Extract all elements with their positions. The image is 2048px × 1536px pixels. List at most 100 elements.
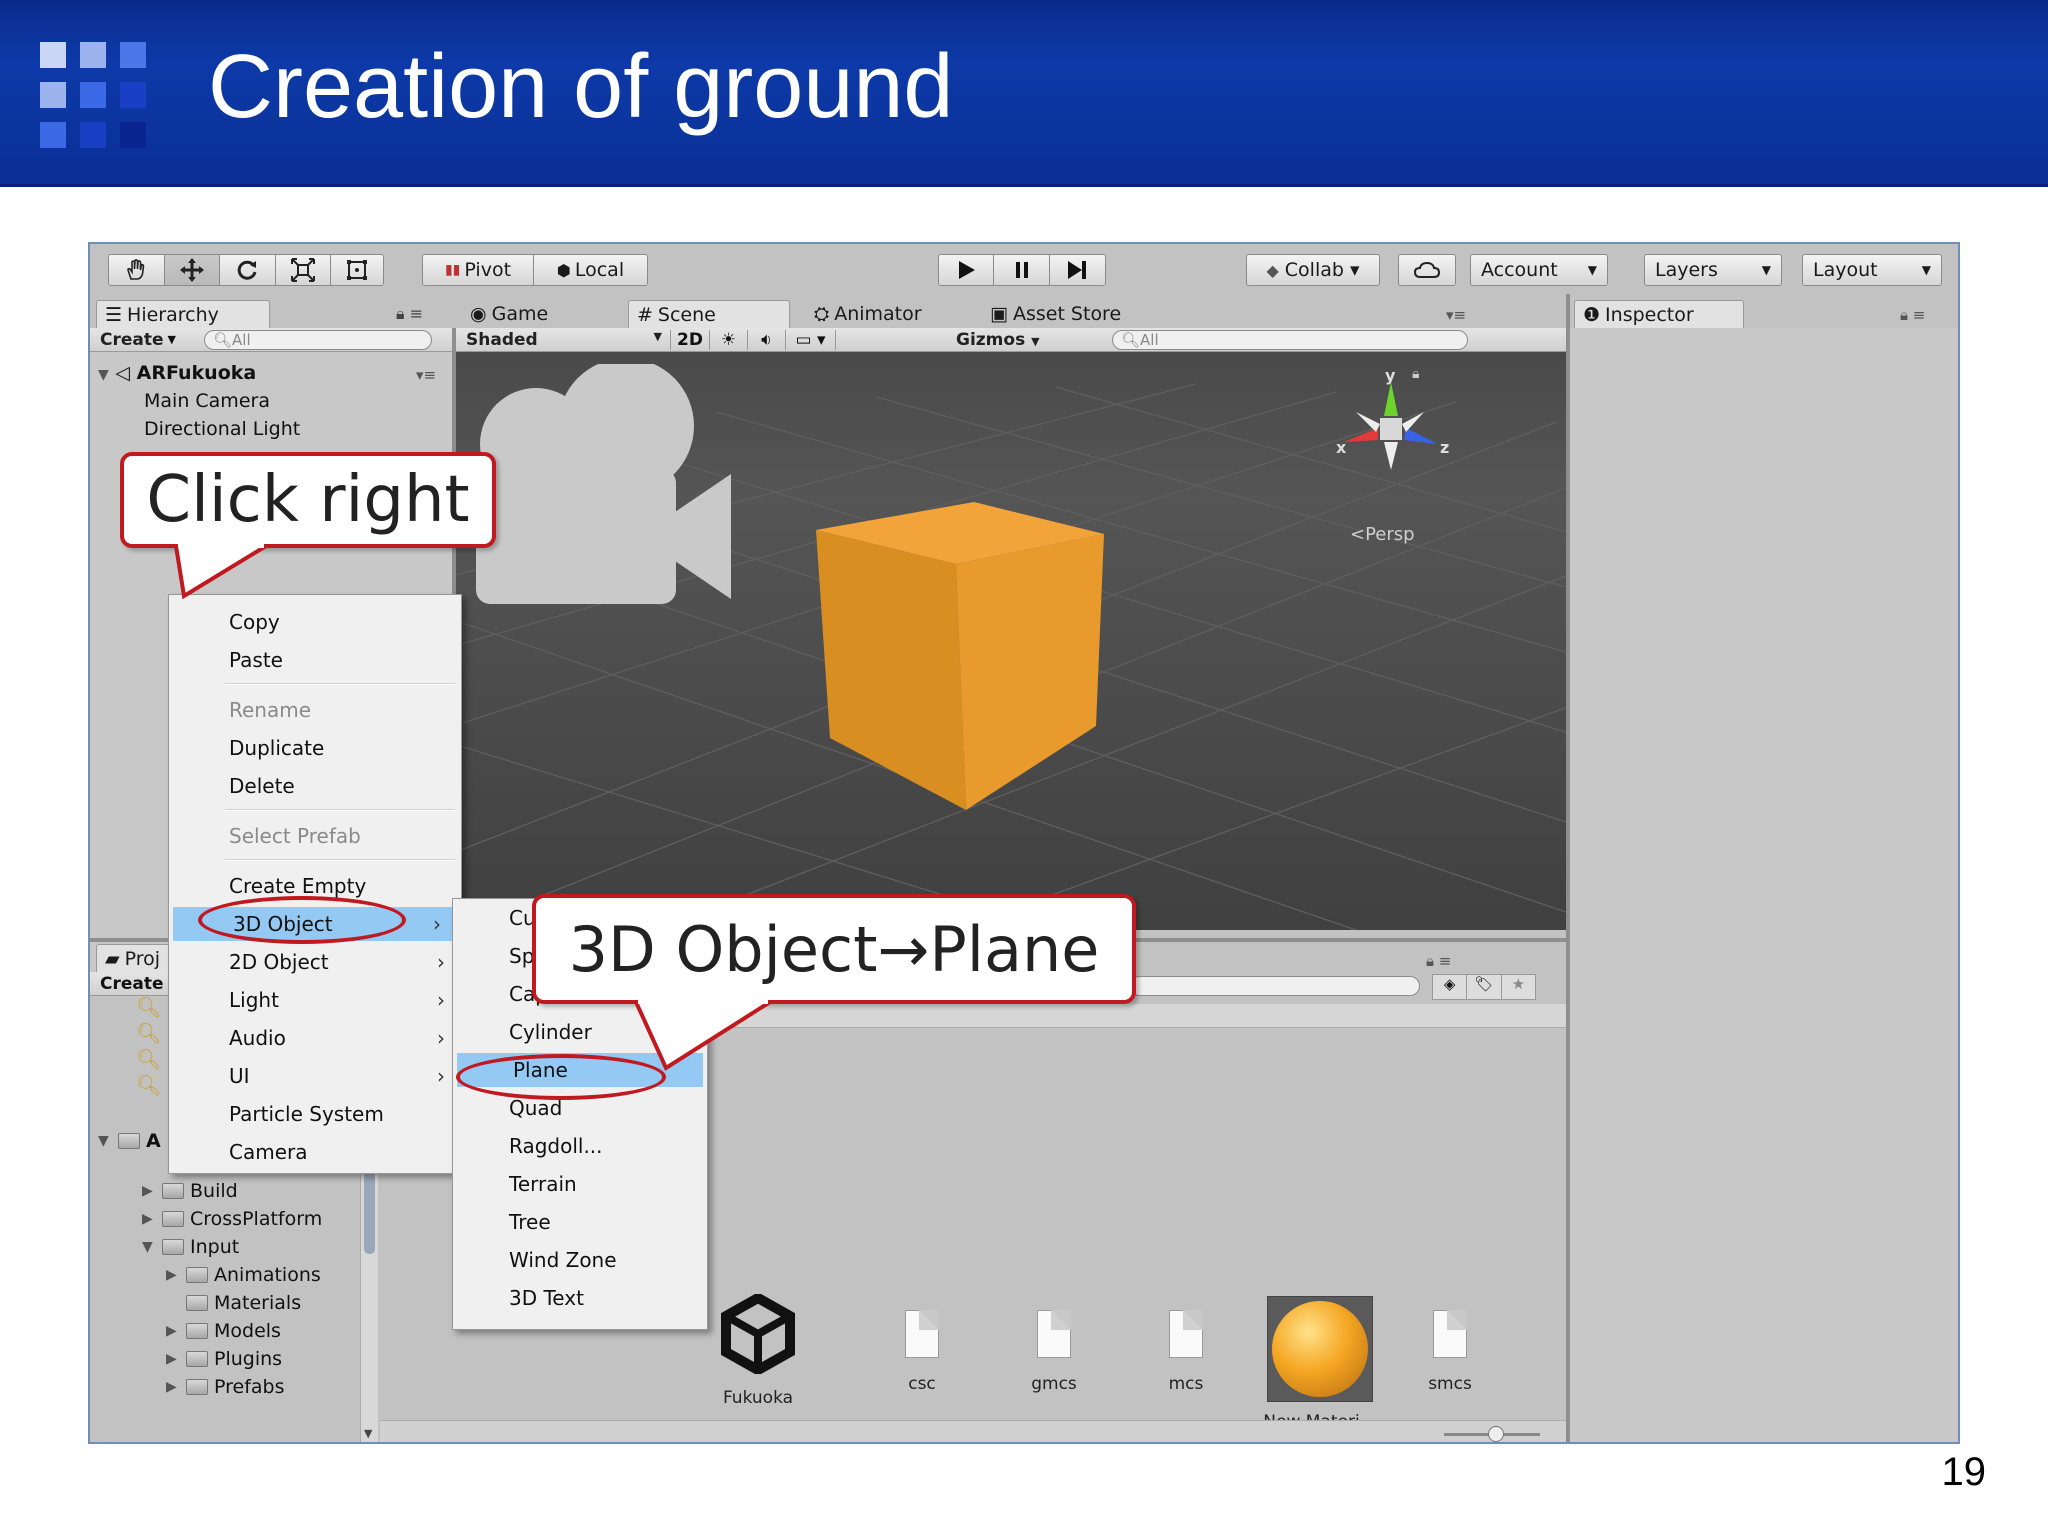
asset-csc[interactable]: csc [862, 1310, 982, 1394]
project-search-input[interactable] [1130, 976, 1420, 996]
perspective-label[interactable]: <Persp [1350, 524, 1415, 545]
asset-mcs[interactable]: mcs [1126, 1310, 1246, 1394]
layout-dropdown[interactable]: Layout ▼ [1802, 254, 1942, 286]
scroll-down-icon[interactable]: ▼ [364, 1427, 372, 1440]
cloud-icon [1413, 261, 1441, 278]
local-button[interactable]: ⬢ Local [534, 255, 647, 285]
scene-viewport[interactable]: y 🔒︎ x z <Persp [456, 352, 1566, 930]
scale-icon[interactable] [275, 255, 332, 285]
tree-item[interactable]: ▼ Input [142, 1236, 239, 1258]
cube-object[interactable] [806, 502, 1126, 832]
label-filter-icon[interactable]: 🏷︎ [1466, 975, 1500, 999]
expand-triangle-icon: ▼ [98, 1133, 109, 1149]
folder-icon [186, 1267, 208, 1283]
tab-scene[interactable]: # Scene [628, 300, 790, 328]
game-icon: ◉ [470, 303, 487, 325]
menu-item-paste[interactable]: Paste [169, 643, 461, 677]
folder-icon [162, 1239, 184, 1255]
asset-gmcs[interactable]: gmcs [994, 1310, 1114, 1394]
project-filter-buttons: ◈ 🏷︎ ★ [1432, 974, 1536, 1000]
menu-item-duplicate[interactable]: Duplicate [169, 731, 461, 765]
2d-toggle[interactable]: 2D [670, 329, 710, 350]
menu-item-ui[interactable]: UI › [169, 1059, 461, 1093]
folder-icon [162, 1211, 184, 1227]
tab-game[interactable]: ◉ Game [462, 300, 582, 328]
tree-item[interactable]: ▶ CrossPlatform [142, 1208, 322, 1230]
cube-icon: ⬢ [556, 260, 571, 280]
menu-item-2d-object[interactable]: 2D Object › [169, 945, 461, 979]
callout-pointer [174, 540, 268, 600]
tree-item[interactable]: ▶ Animations [166, 1264, 321, 1286]
layers-dropdown[interactable]: Layers ▼ [1644, 254, 1782, 286]
folder-icon: ▰ [105, 947, 120, 970]
project-tree: ▶ Build ▶ CrossPlatform ▼ Input ▶ Animations… [90, 1180, 380, 1440]
sphere-icon [1272, 1301, 1368, 1397]
tree-item[interactable]: ▶ Prefabs [166, 1376, 285, 1398]
zoom-slider-handle[interactable] [1488, 1426, 1504, 1442]
project-options-icon[interactable]: 🔒︎ ≡ [1426, 952, 1451, 970]
asset-smcs[interactable]: smcs [1390, 1310, 1510, 1394]
hierarchy-create-dropdown[interactable]: Create [100, 330, 164, 350]
expand-triangle-icon: ▼ [142, 1239, 153, 1255]
tree-item[interactable]: Materials [166, 1292, 301, 1314]
rect-icon[interactable] [331, 255, 383, 285]
account-dropdown[interactable]: Account ▼ [1470, 254, 1608, 286]
hand-icon[interactable] [109, 255, 165, 285]
gizmos-dropdown[interactable]: Gizmos ▼ [956, 330, 1040, 350]
lock-icon[interactable]: 🔒︎ [1412, 366, 1419, 382]
menu-item-wind-zone[interactable]: Wind Zone [453, 1243, 707, 1277]
tree-item[interactable]: ▶ Models [166, 1320, 281, 1342]
move-icon[interactable] [164, 255, 221, 285]
collapsed-triangle-icon: ▶ [166, 1351, 177, 1367]
tree-item[interactable]: ▶ Plugins [166, 1348, 282, 1370]
asset-unity-scene[interactable]: Fukuoka [698, 1294, 818, 1408]
menu-item-particle-system[interactable]: Particle System [169, 1097, 461, 1131]
play-controls [938, 254, 1106, 286]
menu-item-ragdoll[interactable]: Ragdoll... [453, 1129, 707, 1163]
tab-animator[interactable]: ⛭ Animator [806, 300, 956, 328]
scene-options-icon[interactable]: ▾≡ [1446, 306, 1466, 324]
scene-options-icon[interactable]: ▾≡ [416, 366, 436, 384]
image-effects-icon[interactable]: ▭ ▾ [786, 329, 836, 350]
assets-root[interactable]: ▼ A [98, 1130, 161, 1152]
hierarchy-item-main-camera[interactable]: Main Camera [144, 390, 270, 412]
rotate-icon[interactable] [220, 255, 276, 285]
asset-new-material[interactable]: New Materi… [1258, 1296, 1382, 1432]
menu-item-3d-text[interactable]: 3D Text [453, 1281, 707, 1315]
favorite-star-icon[interactable]: ★ [1500, 975, 1535, 999]
sun-icon[interactable]: ☀ [710, 329, 748, 350]
scene-search-input[interactable]: 🔍︎All [1112, 330, 1468, 350]
menu-item-copy[interactable]: Copy [169, 605, 461, 639]
tree-item[interactable]: ▶ Build [142, 1180, 238, 1202]
hierarchy-options-icon[interactable]: 🔒︎ ≡ [396, 304, 423, 324]
menu-item-light[interactable]: Light › [169, 983, 461, 1017]
inspector-options-icon[interactable]: 🔒︎ ≡ [1900, 306, 1925, 324]
submenu-arrow-icon: › [437, 950, 445, 974]
step-icon[interactable] [1049, 255, 1105, 285]
info-icon: ❶ [1583, 303, 1601, 326]
scene-root[interactable]: ▼ ◁ ARFukuoka [98, 362, 256, 384]
file-icon [905, 1310, 939, 1358]
scrollbar-thumb[interactable] [364, 1164, 375, 1254]
shading-dropdown[interactable]: Shaded ▼ [456, 330, 670, 350]
tab-asset-store[interactable]: ▣ Asset Store [982, 300, 1142, 328]
animator-icon: ⛭ [814, 303, 830, 325]
menu-item-tree[interactable]: Tree [453, 1205, 707, 1239]
folder-icon [186, 1351, 208, 1367]
play-icon[interactable] [939, 255, 995, 285]
cloud-button[interactable] [1398, 254, 1456, 286]
menu-item-camera[interactable]: Camera [169, 1135, 461, 1169]
menu-separator [225, 809, 455, 811]
pause-icon[interactable] [994, 255, 1050, 285]
tab-inspector[interactable]: ❶ Inspector [1574, 300, 1744, 328]
menu-item-delete[interactable]: Delete [169, 769, 461, 803]
pivot-button[interactable]: ▮▮ Pivot [423, 255, 535, 285]
collab-button[interactable]: ◆ Collab ▾ [1246, 254, 1380, 286]
menu-item-terrain[interactable]: Terrain [453, 1167, 707, 1201]
tab-hierarchy[interactable]: ☰ Hierarchy [96, 300, 270, 328]
hierarchy-item-directional-light[interactable]: Directional Light [144, 418, 300, 440]
audio-icon[interactable]: 🔉︎ [748, 329, 786, 350]
type-filter-icon[interactable]: ◈ [1433, 975, 1466, 999]
hierarchy-search-input[interactable]: 🔍︎All [204, 330, 432, 350]
menu-item-audio[interactable]: Audio › [169, 1021, 461, 1055]
